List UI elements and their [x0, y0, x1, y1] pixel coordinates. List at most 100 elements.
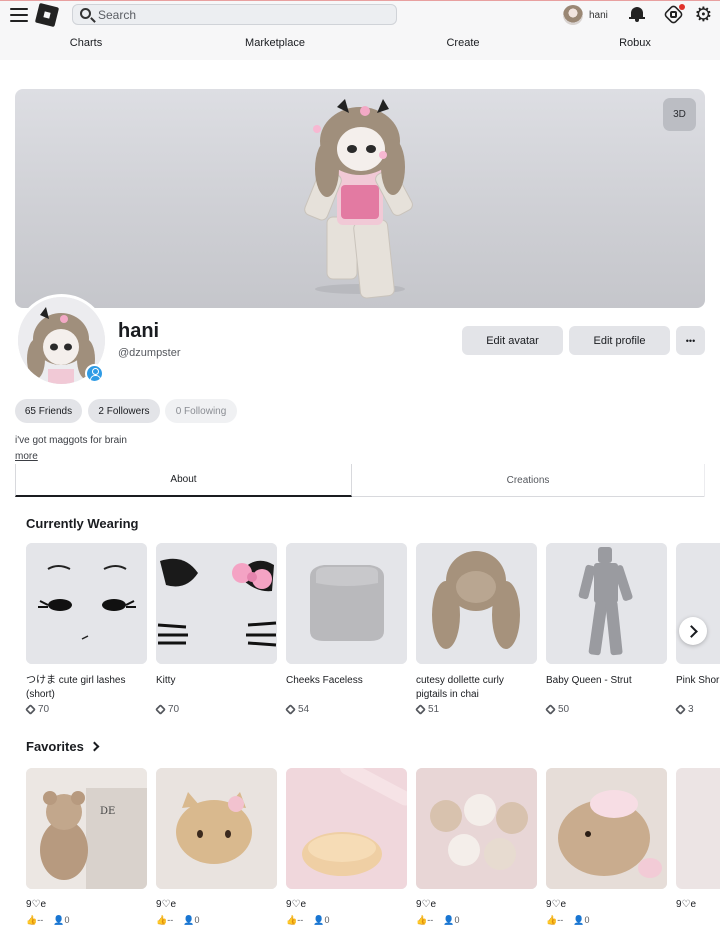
- chevron-right-icon: [89, 741, 100, 752]
- nav-charts[interactable]: Charts: [70, 37, 102, 49]
- robux-icon[interactable]: [663, 4, 685, 25]
- item-price: 3: [675, 704, 720, 715]
- game-stats: 👍-- 👤0: [546, 915, 667, 926]
- thumbs-up-icon: 👍--: [156, 915, 174, 925]
- username: @dzumpster: [118, 347, 181, 359]
- item-thumbnail[interactable]: [156, 543, 277, 664]
- menu-icon[interactable]: [10, 8, 28, 22]
- item-thumbnail[interactable]: [546, 543, 667, 664]
- online-status-icon: [85, 364, 104, 383]
- game-title[interactable]: 9♡e: [676, 899, 720, 910]
- avatar-banner: 3D: [15, 89, 705, 308]
- game-title[interactable]: 9♡e: [286, 899, 407, 910]
- item-name[interactable]: つけま cute girl lashes (short): [26, 674, 147, 702]
- avatar: [563, 5, 583, 25]
- following-count[interactable]: 0 Following: [165, 399, 237, 423]
- profile-tabs: About Creations: [15, 464, 705, 497]
- followers-count[interactable]: 2 Followers: [88, 399, 160, 423]
- carousel-next-button[interactable]: [679, 617, 707, 645]
- friends-count[interactable]: 65 Friends: [15, 399, 82, 423]
- item-name[interactable]: Cheeks Faceless: [286, 674, 407, 702]
- edit-profile-button[interactable]: Edit profile: [569, 326, 670, 355]
- players-icon: 👤0: [183, 915, 200, 925]
- item-price: 54: [285, 704, 407, 715]
- nav-robux[interactable]: Robux: [619, 37, 651, 49]
- robux-icon: [675, 704, 686, 715]
- favorites-row: DE 9♡e 👍-- 👤0 9♡e 👍-- 👤0 9♡e 👍-- 👤0 9♡e …: [0, 768, 720, 938]
- game-thumbnail[interactable]: [676, 768, 720, 889]
- svg-text:DE: DE: [100, 806, 115, 817]
- robux-icon: [415, 704, 426, 715]
- game-stats: 👍-- 👤0: [156, 915, 277, 926]
- pigtails-hair-image: [416, 543, 537, 664]
- robux-icon: [545, 704, 556, 715]
- gear-icon[interactable]: ⚙: [694, 4, 713, 24]
- thumbs-up-icon: 👍--: [26, 915, 44, 925]
- faceless-head-image: [286, 543, 407, 664]
- favorite-game[interactable]: 9♡e: [676, 768, 720, 910]
- game-title[interactable]: 9♡e: [156, 899, 277, 910]
- wearing-item[interactable]: cutesy dollette curly pigtails in chai 5…: [415, 543, 537, 715]
- plush-toys-image: [416, 768, 537, 889]
- item-thumbnail[interactable]: [676, 543, 720, 664]
- search-input[interactable]: [98, 6, 388, 23]
- wearing-item[interactable]: Cheeks Faceless 54: [285, 543, 407, 715]
- main-nav: Charts Marketplace Create Robux: [0, 37, 720, 51]
- display-name: hani: [118, 320, 160, 342]
- wearing-item[interactable]: つけま cute girl lashes (short) 70: [25, 543, 147, 715]
- players-icon: 👤0: [313, 915, 330, 925]
- game-title[interactable]: 9♡e: [26, 899, 147, 910]
- favorite-game[interactable]: DE 9♡e 👍-- 👤0: [26, 768, 147, 926]
- kitty-bread-image: [156, 768, 277, 889]
- user-menu[interactable]: hani: [563, 5, 608, 25]
- item-price: 70: [25, 704, 147, 715]
- notification-dot: [679, 4, 685, 10]
- item-price: 50: [545, 704, 667, 715]
- item-thumbnail[interactable]: [26, 543, 147, 664]
- game-thumbnail[interactable]: [156, 768, 277, 889]
- robux-icon: [285, 704, 296, 715]
- game-stats: 👍-- 👤0: [286, 915, 407, 926]
- favorite-game[interactable]: 9♡e 👍-- 👤0: [546, 768, 667, 926]
- game-stats: 👍-- 👤0: [26, 915, 147, 926]
- teddy-bear-image: DE: [26, 768, 147, 889]
- tab-about[interactable]: About: [15, 464, 352, 497]
- game-thumbnail[interactable]: [286, 768, 407, 889]
- tab-creations[interactable]: Creations: [352, 464, 705, 497]
- favorite-game[interactable]: 9♡e 👍-- 👤0: [156, 768, 277, 926]
- favorite-game[interactable]: 9♡e 👍-- 👤0: [286, 768, 407, 926]
- favorites-title-text: Favorites: [26, 739, 84, 754]
- game-thumbnail[interactable]: DE: [26, 768, 147, 889]
- notifications-bell-icon[interactable]: [629, 6, 645, 22]
- item-name[interactable]: Pink Shor: [676, 674, 720, 702]
- kitty-ears-image: [156, 543, 277, 664]
- search-bar[interactable]: [72, 4, 397, 25]
- wearing-item[interactable]: Kitty 70: [155, 543, 277, 715]
- nav-marketplace[interactable]: Marketplace: [245, 37, 305, 49]
- game-title[interactable]: 9♡e: [416, 899, 537, 910]
- game-thumbnail[interactable]: [546, 768, 667, 889]
- game-stats: 👍-- 👤0: [416, 915, 537, 926]
- more-options-button[interactable]: •••: [676, 326, 705, 355]
- view-3d-button[interactable]: 3D: [663, 98, 696, 131]
- bio-more-link[interactable]: more: [15, 451, 38, 462]
- nav-create[interactable]: Create: [446, 37, 479, 49]
- wearing-item[interactable]: Baby Queen - Strut 50: [545, 543, 667, 715]
- edit-avatar-button[interactable]: Edit avatar: [462, 326, 563, 355]
- robux-icon: [155, 704, 166, 715]
- item-name[interactable]: Baby Queen - Strut: [546, 674, 667, 702]
- currently-wearing-row: つけま cute girl lashes (short) 70 Kitty 70: [0, 543, 720, 723]
- roblox-logo-icon[interactable]: [34, 2, 60, 28]
- game-thumbnail[interactable]: [416, 768, 537, 889]
- thumbs-up-icon: 👍--: [416, 915, 434, 925]
- item-thumbnail[interactable]: [416, 543, 537, 664]
- players-icon: 👤0: [573, 915, 590, 925]
- item-thumbnail[interactable]: [286, 543, 407, 664]
- top-bar: hani ⚙ Charts Marketplace Create Robux: [0, 0, 720, 60]
- item-name[interactable]: Kitty: [156, 674, 277, 702]
- favorites-title[interactable]: Favorites: [26, 739, 100, 754]
- game-title[interactable]: 9♡e: [546, 899, 667, 910]
- hamster-image: [546, 768, 667, 889]
- item-name[interactable]: cutesy dollette curly pigtails in chai: [416, 674, 537, 702]
- favorite-game[interactable]: 9♡e 👍-- 👤0: [416, 768, 537, 926]
